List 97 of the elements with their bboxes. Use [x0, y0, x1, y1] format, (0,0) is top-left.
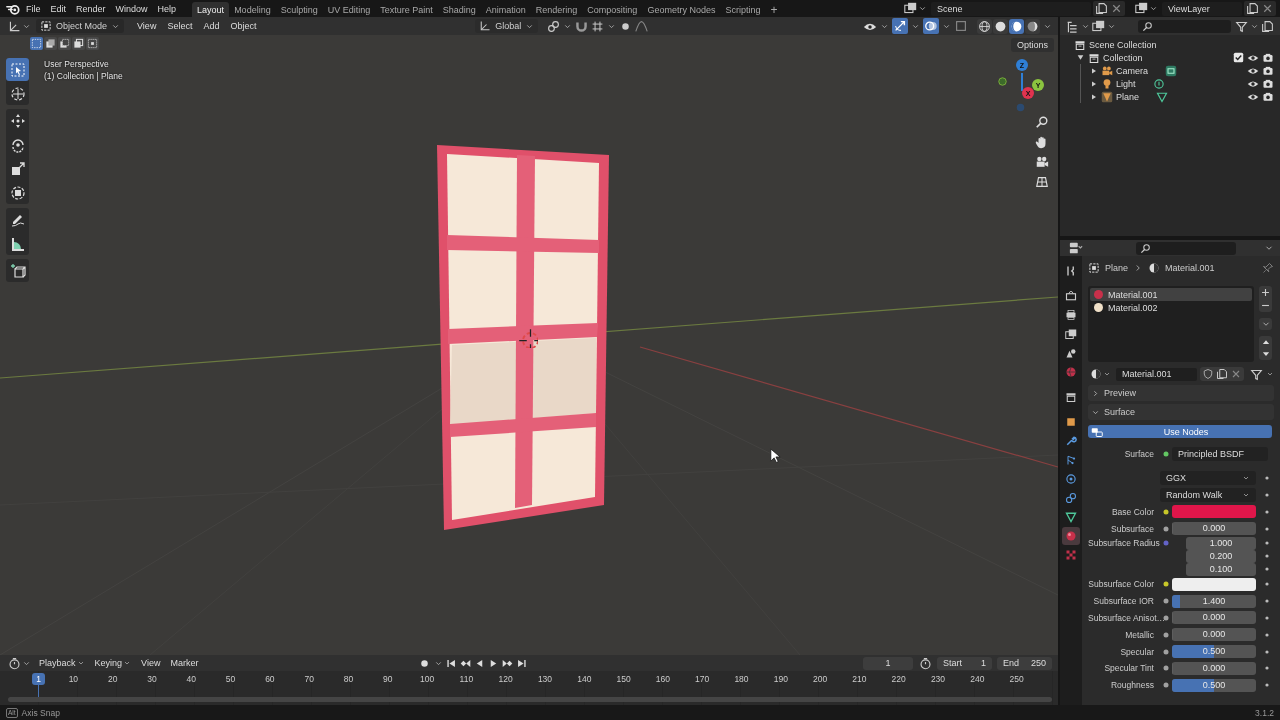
frame-number: 140: [577, 674, 592, 684]
number-slider[interactable]: 0.500: [1172, 645, 1256, 659]
frame-number: 30: [147, 674, 157, 684]
end-frame-field[interactable]: End 250: [997, 656, 1052, 670]
workspace-tab[interactable]: Modeling: [229, 2, 276, 17]
number-slider[interactable]: 0.000: [1172, 522, 1256, 536]
tree-item-label[interactable]: Light: [1116, 78, 1136, 89]
frame-number: 150: [616, 674, 631, 684]
menu-item[interactable]: File: [22, 1, 45, 16]
menu-item[interactable]: Keying: [90, 655, 136, 671]
frame-number: 80: [343, 674, 354, 684]
field-label: Subsurface IOR: [1092, 596, 1155, 607]
shader-field[interactable]: Principled BSDF: [1172, 447, 1268, 462]
number-slider[interactable]: 0.000: [1172, 661, 1256, 675]
field-label: Base Color: [1110, 506, 1155, 517]
menu-item[interactable]: View: [137, 655, 165, 671]
frame-number: 180: [734, 674, 749, 684]
menu-item[interactable]: Add: [199, 18, 224, 34]
frame-number: 70: [304, 674, 314, 684]
playhead[interactable]: 1: [32, 673, 45, 685]
workspace-tab[interactable]: Layout: [192, 2, 230, 17]
add-workspace-button[interactable]: +: [765, 2, 783, 17]
menu-item[interactable]: Help: [153, 1, 181, 16]
menu-item[interactable]: Marker: [166, 655, 203, 671]
start-frame-field[interactable]: Start 1: [937, 656, 992, 670]
workspace-tab[interactable]: Rendering: [530, 2, 583, 17]
frame-number: 210: [852, 674, 867, 684]
frame-number: 20: [107, 674, 118, 684]
field-label: Subsurface Radius: [1088, 538, 1160, 549]
material-slot[interactable]: Material.002: [1090, 301, 1252, 314]
tree-item-label[interactable]: Plane: [1116, 91, 1140, 102]
orientation-dropdown[interactable]: Global: [475, 19, 539, 33]
field-label: Surface: [1123, 449, 1155, 460]
frame-number: 130: [537, 674, 553, 684]
number-slider[interactable]: 1.400: [1172, 594, 1256, 608]
menu-item[interactable]: Select: [163, 18, 197, 34]
frame-number: 10: [68, 674, 79, 684]
panel-header[interactable]: Surface: [1088, 404, 1274, 420]
frame-number: 240: [970, 674, 985, 684]
workspace-tab[interactable]: Animation: [480, 2, 531, 17]
frame-number: 100: [419, 674, 435, 684]
breadcrumb-item: Material.001: [1165, 263, 1215, 273]
dropdown[interactable]: GGX: [1160, 471, 1256, 486]
options-button[interactable]: Options: [1010, 38, 1054, 52]
number-slider[interactable]: 0.500: [1172, 678, 1256, 692]
number-slider[interactable]: 0.000: [1172, 611, 1256, 625]
frame-number: 200: [812, 674, 828, 684]
mode-dropdown[interactable]: Object Mode: [36, 19, 125, 33]
frame-number: 170: [695, 674, 710, 684]
current-frame-field[interactable]: 1: [863, 656, 913, 670]
number-slider[interactable]: 0.000: [1172, 628, 1256, 642]
frame-number: 40: [186, 674, 196, 684]
frame-number: 120: [498, 674, 513, 684]
field-label: Specular Tint: [1103, 663, 1155, 674]
frame-number: 50: [225, 674, 236, 684]
field-label: Specular: [1119, 646, 1155, 657]
frame-number: 230: [930, 674, 946, 684]
menu-item[interactable]: Object: [226, 18, 261, 34]
tree-item-label[interactable]: Scene Collection: [1089, 39, 1157, 50]
frame-number: 190: [773, 674, 788, 684]
tree-item-label[interactable]: Camera: [1116, 65, 1148, 76]
menu-item[interactable]: View: [133, 18, 161, 34]
field-label: Roughness: [1110, 680, 1155, 691]
use-nodes-button[interactable]: Use Nodes: [1088, 425, 1272, 438]
field-label: Subsurface Color: [1088, 579, 1155, 590]
status-hint: Axis Snap: [21, 707, 60, 718]
number-field[interactable]: 1.000: [1186, 537, 1256, 550]
frame-number: 90: [383, 674, 393, 684]
breadcrumb-item: Plane: [1105, 263, 1129, 273]
menu-item[interactable]: Window: [111, 1, 152, 16]
menu-item[interactable]: Render: [72, 1, 110, 16]
field-label: Subsurface: [1110, 523, 1155, 534]
material-slot[interactable]: Material.001: [1090, 288, 1252, 301]
view-layer-name-field[interactable]: ViewLayer: [1162, 1, 1242, 16]
scene-name-field[interactable]: Scene: [931, 1, 1091, 16]
frame-number: 110: [459, 674, 474, 684]
workspace-tab[interactable]: Compositing: [582, 2, 643, 17]
menu-item[interactable]: Playback: [35, 655, 89, 671]
workspace-tab[interactable]: Geometry Nodes: [642, 2, 721, 17]
panel-header[interactable]: Preview: [1088, 385, 1274, 401]
field-label: Metallic: [1124, 629, 1155, 640]
frame-number: 220: [891, 674, 906, 684]
workspace-tab[interactable]: UV Editing: [322, 2, 376, 17]
frame-number: 60: [265, 674, 275, 684]
workspace-tab[interactable]: Scripting: [720, 2, 766, 17]
dropdown[interactable]: Random Walk: [1160, 488, 1256, 502]
viewport-info-text: (1) Collection | Plane: [44, 70, 123, 82]
version-label: 3.1.2: [1255, 707, 1274, 718]
workspace-tab[interactable]: Sculpting: [275, 2, 323, 17]
menu-item[interactable]: Edit: [46, 1, 71, 16]
material-name-field[interactable]: Material.001: [1116, 367, 1197, 381]
workspace-tab[interactable]: Texture Paint: [375, 2, 438, 17]
tree-item-label[interactable]: Collection: [1103, 52, 1143, 63]
frame-number: 160: [655, 674, 670, 684]
workspace-tab[interactable]: Shading: [437, 2, 481, 17]
frame-number: 250: [1009, 674, 1024, 684]
viewport-info-text: User Perspective: [44, 58, 110, 70]
